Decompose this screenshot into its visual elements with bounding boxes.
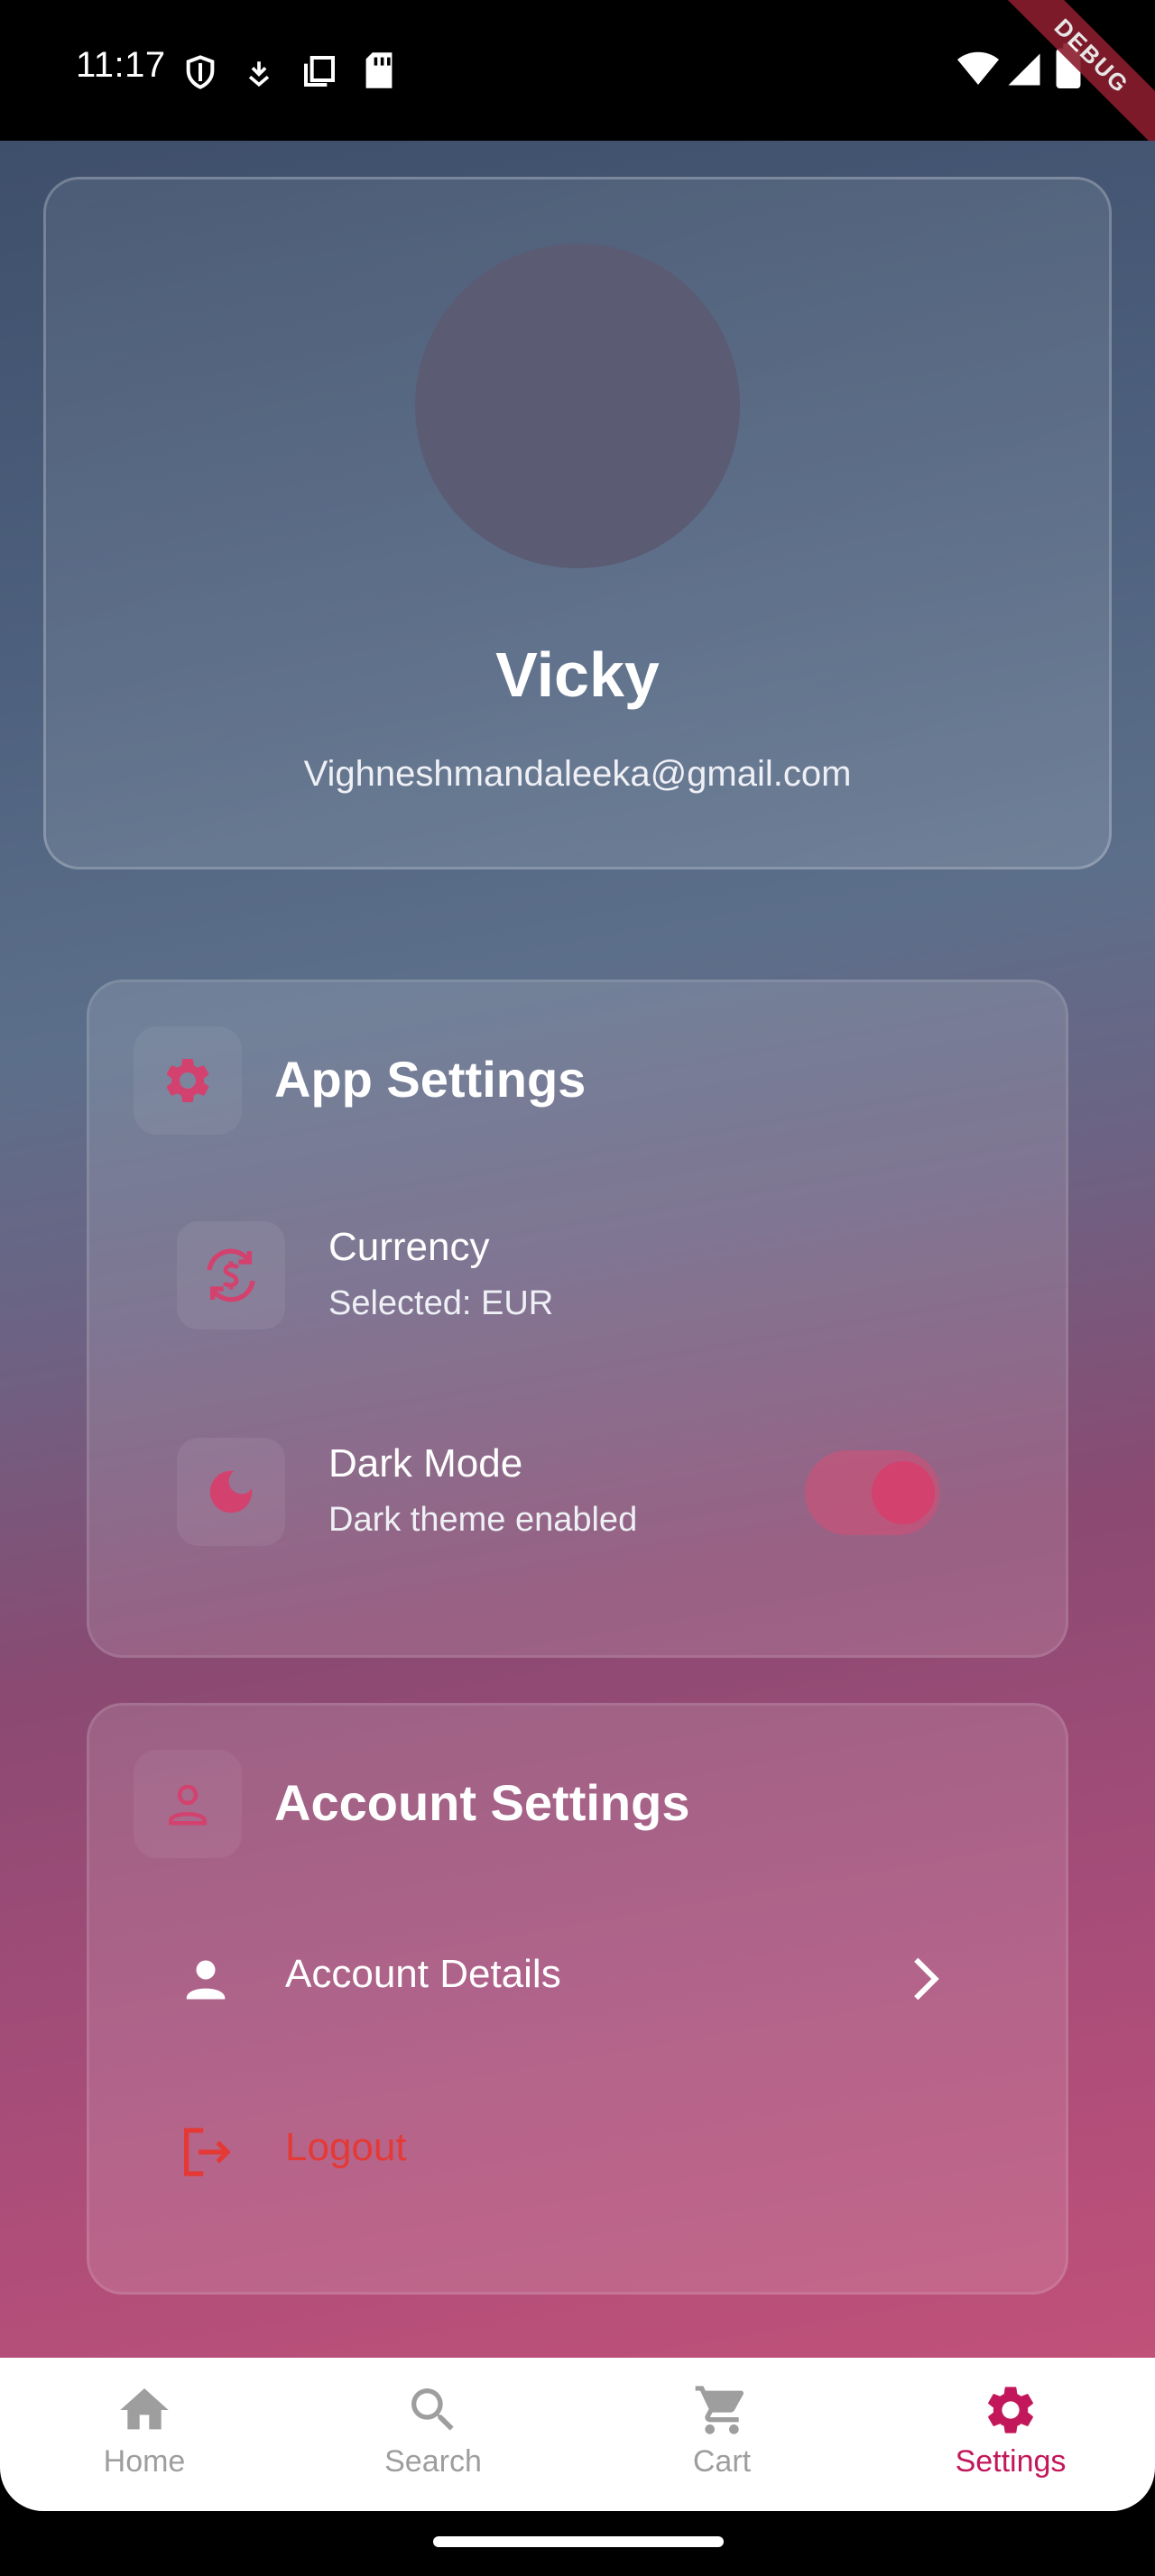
download-icon (248, 61, 270, 87)
nav-label-home: Home (103, 2444, 186, 2479)
account-settings-icon-box (134, 1750, 242, 1858)
gear-icon (988, 2387, 1033, 2433)
chevron-right-icon (914, 1957, 939, 2001)
moon-icon (209, 1470, 253, 1513)
debug-banner: DEBUG (1002, 0, 1155, 153)
person-icon (186, 1960, 226, 2000)
logout-icon (184, 2128, 231, 2176)
screen: 11:17 DEBUG Vicky Vighneshmandaleeka@gma… (0, 0, 1155, 2576)
account-details-row[interactable]: Account Details (162, 1934, 975, 2024)
nav-item-settings[interactable]: Settings (866, 2358, 1155, 2511)
account-settings-title: Account Settings (274, 1774, 690, 1831)
nav-label-cart: Cart (692, 2444, 752, 2479)
dark-mode-title: Dark Mode (328, 1441, 523, 1486)
avatar[interactable] (415, 244, 740, 568)
status-time: 11:17 (76, 45, 166, 85)
currency-icon-box[interactable] (177, 1221, 285, 1329)
gear-icon (166, 1059, 209, 1102)
home-indicator[interactable] (433, 2536, 724, 2547)
person-outline-icon (169, 1784, 207, 1826)
nav-item-cart[interactable]: Cart (578, 2358, 866, 2511)
copy-icon (304, 56, 335, 87)
currency-title[interactable]: Currency (328, 1225, 490, 1270)
account-details-label: Account Details (285, 1952, 561, 1996)
nav-label-settings: Settings (955, 2444, 1067, 2479)
profile-email: Vighneshmandaleeka@gmail.com (303, 754, 852, 794)
shield-icon (186, 55, 215, 89)
home-icon (120, 2388, 169, 2430)
bottom-navigation: Home Search Cart Settings (0, 2358, 1155, 2511)
nav-label-search: Search (384, 2444, 482, 2479)
logout-label: Logout (285, 2125, 407, 2169)
dark-mode-subtitle: Dark theme enabled (328, 1501, 638, 1539)
currency-subtitle: Selected: EUR (328, 1284, 554, 1322)
wifi-icon (957, 51, 999, 85)
debug-label: DEBUG (1002, 0, 1155, 153)
currency-exchange-icon (207, 1248, 255, 1302)
cart-icon (695, 2386, 744, 2434)
status-bar: 11:17 DEBUG (0, 0, 1155, 153)
app-settings-title: App Settings (274, 1051, 587, 1108)
sd-card-icon (365, 52, 393, 88)
app-settings-icon-box (134, 1026, 242, 1135)
nav-item-home[interactable]: Home (0, 2358, 289, 2511)
dark-mode-icon-box (177, 1438, 285, 1546)
profile-name: Vicky (495, 639, 660, 710)
logout-row[interactable]: Logout (162, 2105, 704, 2195)
search-icon (411, 2388, 454, 2431)
dark-mode-toggle-thumb[interactable] (872, 1461, 935, 1524)
nav-item-search[interactable]: Search (289, 2358, 578, 2511)
